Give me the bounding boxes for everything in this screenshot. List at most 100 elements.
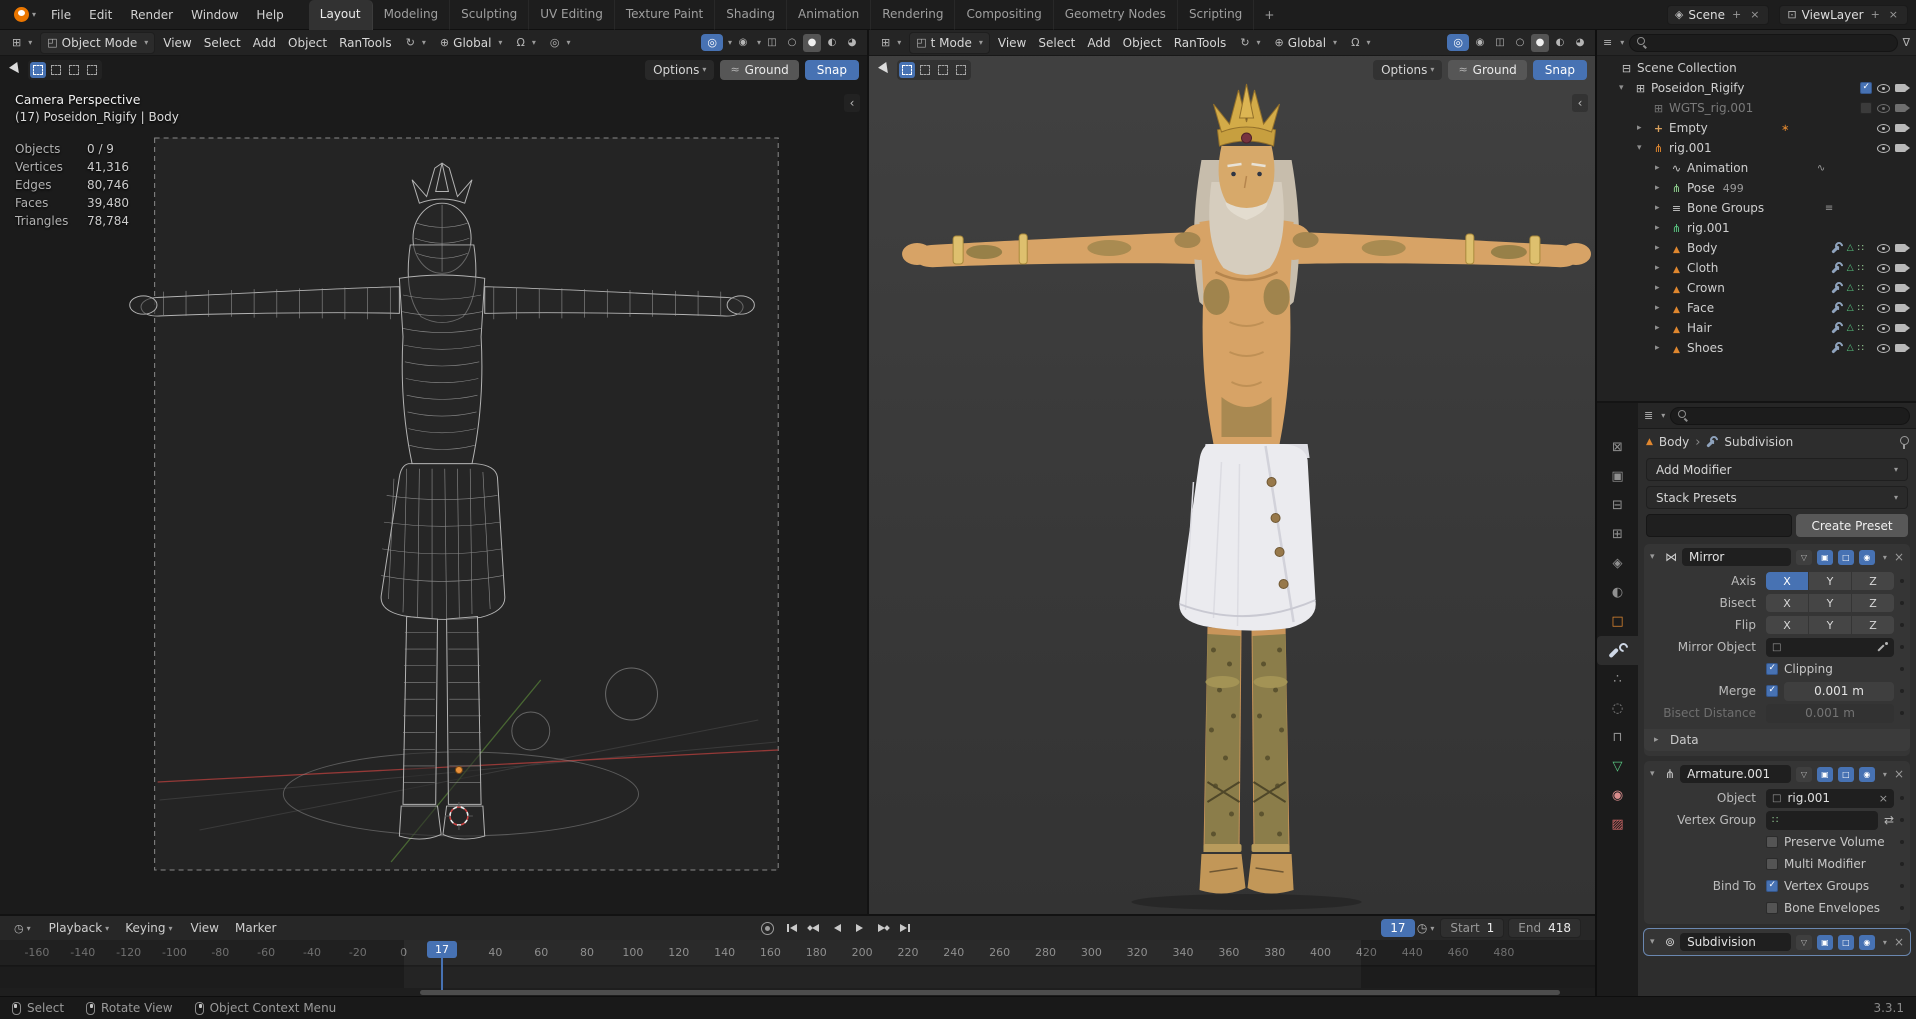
workspace-tab[interactable]: Shading [715,0,788,30]
outliner-item-label[interactable]: Hair [1687,321,1712,335]
viewport-menu-item[interactable]: Add [247,33,282,53]
transport-button[interactable] [894,920,913,936]
show-overlays-toggle[interactable]: ◉ [734,34,752,52]
disable-render-icon[interactable] [1895,124,1910,132]
character-shaded[interactable] [902,83,1591,910]
ground-button[interactable]: ≈ Ground [720,59,799,80]
xray-toggle[interactable]: ◫ [1491,34,1509,52]
outliner-search-input[interactable] [1629,33,1898,52]
mirror-object-field[interactable]: □ [1766,637,1894,657]
outliner-row[interactable]: ▸ Face △∷ [1597,298,1916,318]
select-extend-icon[interactable] [48,62,64,78]
wireframe-shading-button[interactable]: ○ [783,34,801,52]
vertex-group-field[interactable]: ∷ [1766,810,1878,830]
expand-toggle-icon[interactable]: ▸ [1655,343,1668,353]
app-menu-item[interactable]: Edit [80,4,121,26]
active-tool-icon[interactable] [877,63,891,77]
viewport-menu-item[interactable]: RanTools [1168,33,1233,53]
timeline-scrollbar[interactable] [0,988,1595,996]
viewport-menu-item[interactable]: Add [1081,33,1116,53]
active-tool-icon[interactable] [8,63,22,77]
material-shading-button[interactable]: ◐ [1551,34,1569,52]
snap-button[interactable]: Snap [804,59,859,80]
outliner-item-label[interactable]: Crown [1687,281,1725,295]
viewport-menu-item[interactable]: View [992,33,1032,53]
properties-tab-icon[interactable] [1597,636,1638,665]
modifier-extras-icon[interactable]: ▾ [1883,938,1887,947]
multi-modifier-checkbox[interactable] [1766,858,1778,870]
merge-checkbox[interactable] [1766,685,1778,697]
snapping-button[interactable]: Ω ▾ [510,34,541,51]
tool-options-dropdown[interactable]: Options ▾ [1373,59,1443,80]
axis-x-button[interactable]: X [1766,572,1808,590]
snapping-button[interactable]: Ω ▾ [1345,34,1376,51]
solid-shading-button[interactable]: ● [803,33,821,52]
hide-eye-icon[interactable] [1877,123,1890,133]
collapse-icon[interactable]: ▾ [1650,769,1660,779]
material-shading-button[interactable]: ◐ [823,34,841,52]
timeline-editor-type-button[interactable]: ◷ ▾ [6,921,39,936]
workspace-tab[interactable]: Texture Paint [615,0,716,30]
bisect-z-button[interactable]: Z [1852,594,1894,612]
expand-toggle-icon[interactable]: ▸ [1655,223,1668,233]
outliner-row[interactable]: Scene Collection △∷ [1597,58,1916,78]
axis-y-button[interactable]: Y [1809,572,1851,590]
playback-sync-icon[interactable]: ◷ ▾ [1417,921,1435,935]
realtime-toggle[interactable]: □ [1837,549,1854,565]
sidebar-expand-icon[interactable]: ‹ [844,94,860,112]
outliner-item-label[interactable]: Animation [1687,161,1748,175]
hide-eye-icon[interactable] [1877,103,1890,113]
flip-y-button[interactable]: Y [1809,616,1851,634]
properties-tab-icon[interactable] [1597,694,1638,723]
chevron-down-icon[interactable]: ▾ [757,38,761,47]
hide-eye-icon[interactable] [1877,343,1890,353]
properties-tab-icon[interactable] [1597,462,1638,491]
3d-viewport-canvas-left[interactable]: Camera Perspective (17) Poseidon_Rigify … [0,30,867,914]
workspace-tab[interactable]: Scripting [1178,0,1255,30]
stack-presets-dropdown[interactable]: Stack Presets ▾ [1646,486,1908,509]
properties-tab-icon[interactable] [1597,578,1638,607]
clear-icon[interactable]: × [1879,792,1888,805]
hide-eye-icon[interactable] [1877,303,1890,313]
outliner-row[interactable]: ▸ Cloth △∷ [1597,258,1916,278]
edit-cage-toggle[interactable]: ▽ [1795,934,1812,950]
proportional-editing-button[interactable]: ◎ ▾ [544,34,577,51]
modifier-name-field[interactable]: Subdivision [1680,933,1791,951]
workspace-tab[interactable]: Animation [787,0,872,30]
vertex-groups-checkbox[interactable] [1766,880,1778,892]
properties-tab-icon[interactable] [1597,665,1638,694]
app-menu-item[interactable]: Help [247,4,292,26]
realtime-toggle[interactable]: □ [1837,766,1854,782]
wireframe-shading-button[interactable]: ○ [1511,34,1529,52]
outliner-item-label[interactable]: Bone Groups [1687,201,1764,215]
outliner-row[interactable]: ▸ Shoes △∷ [1597,338,1916,358]
render-toggle[interactable]: ◉ [1858,549,1875,565]
blender-menu-button[interactable]: ▾ [8,5,42,24]
preset-name-input[interactable] [1646,514,1792,537]
outliner-row[interactable]: ▸ Body △∷ [1597,238,1916,258]
select-extend-icon[interactable] [917,62,933,78]
workspace-tab[interactable]: Geometry Nodes [1054,0,1178,30]
disable-render-icon[interactable] [1895,344,1910,352]
modifier-extras-icon[interactable]: ▾ [1883,553,1887,562]
axis-z-button[interactable]: Z [1852,572,1894,590]
properties-tab-icon[interactable] [1597,491,1638,520]
exclude-checkbox[interactable] [1860,102,1872,114]
select-intersect-icon[interactable] [953,62,969,78]
bone-envelopes-checkbox[interactable] [1766,902,1778,914]
modifier-name-field[interactable]: Mirror [1682,548,1791,566]
outliner-row[interactable]: ▾ rig.001 △∷ [1597,138,1916,158]
timeline-menu-item[interactable]: View [183,919,227,937]
transform-orientation-button[interactable]: ⊕ Global ▾ [1269,33,1344,53]
transform-pivot-button[interactable]: ↻ ▾ [400,34,432,51]
current-frame-field[interactable]: 17 [1380,919,1415,937]
transport-button[interactable] [828,920,847,936]
expand-toggle-icon[interactable]: ▸ [1655,303,1668,313]
snap-button[interactable]: Snap [1532,59,1587,80]
end-frame-field[interactable]: End 418 [1508,918,1582,938]
outliner-row[interactable]: ▸ rig.001 △∷ [1597,218,1916,238]
transform-pivot-button[interactable]: ↻ ▾ [1234,34,1266,51]
viewport-menu-item[interactable]: Select [198,33,247,53]
app-menu-item[interactable]: File [42,4,80,26]
remove-view-layer-button[interactable]: × [1887,8,1900,21]
